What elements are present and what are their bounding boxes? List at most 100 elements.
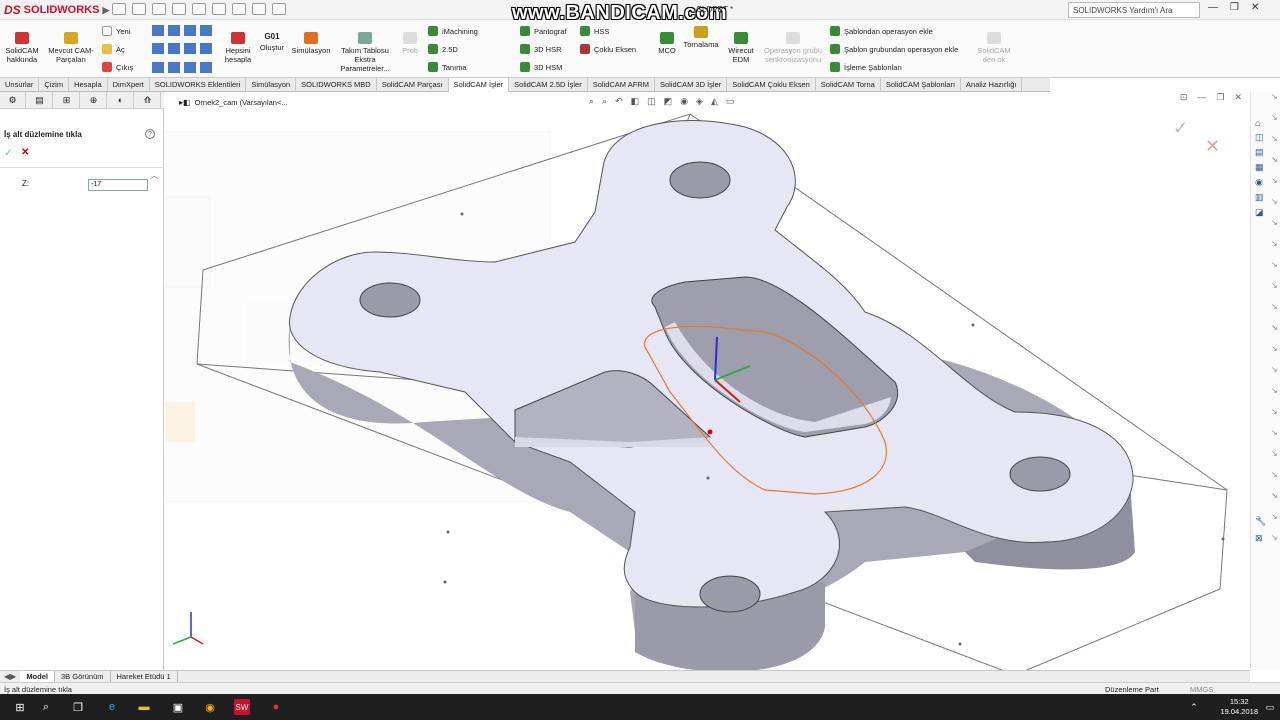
pane-arrow-icon[interactable]: ↘	[1271, 365, 1278, 374]
grid-tool-icon[interactable]	[200, 43, 212, 55]
section-view-icon[interactable]: ◧	[631, 96, 640, 107]
edge-icon[interactable]: e	[104, 699, 120, 715]
restore-icon[interactable]: ❐	[1230, 2, 1239, 13]
multiaxis-button[interactable]: Çoklu Eksen	[580, 44, 636, 54]
notifications-icon[interactable]: ▭	[1262, 699, 1278, 715]
tab-model[interactable]: Model	[20, 671, 55, 682]
tab-solidcam-jobs[interactable]: SolidCAM İşler	[448, 78, 510, 92]
config-manager-icon[interactable]: ⊞	[54, 92, 80, 108]
solidworks-logo[interactable]: DS SOLIDWORKS ▶	[4, 2, 109, 18]
options-gear-icon[interactable]	[272, 3, 286, 15]
grid-tool-icon[interactable]	[200, 61, 212, 73]
pane-arrow-icon[interactable]: ↘	[1271, 155, 1278, 164]
dimxpert-icon[interactable]: ⊕	[81, 92, 107, 108]
wrench-icon[interactable]: 🔧	[1255, 516, 1266, 527]
appearances-icon[interactable]: ◉	[1255, 177, 1264, 188]
expand-arrow-icon[interactable]: ▶	[102, 5, 109, 16]
tab-dimxpert[interactable]: DimXpert	[108, 78, 150, 92]
new-doc-icon[interactable]	[112, 3, 126, 15]
op-group-sync-button[interactable]: Operasyon grubu senkronizasyonu	[762, 32, 824, 64]
feature-tree-icon[interactable]: ⚙	[0, 92, 26, 108]
appearance-icon[interactable]: ◈	[696, 96, 703, 107]
save-icon[interactable]	[152, 3, 166, 15]
view-orientation-icon[interactable]: ◫	[647, 96, 656, 107]
ok-check-icon[interactable]: ✓	[4, 148, 12, 159]
solidworks-taskbar-icon[interactable]: SW	[234, 699, 250, 715]
existing-parts-button[interactable]: Mevcut CAM-Parçaları	[44, 32, 98, 64]
property-manager-icon[interactable]: ▤	[27, 92, 53, 108]
scroll-left-icon[interactable]: ◀▶	[0, 672, 20, 681]
tool-table-button[interactable]: Takım Tablosu Ekstra Parametreler...	[334, 32, 396, 73]
tray-icons[interactable]: ⌃	[1186, 699, 1202, 715]
design-library-icon[interactable]: ▤	[1255, 147, 1264, 158]
pane-arrow-icon[interactable]: ↘	[1271, 239, 1278, 248]
add-from-group-template-button[interactable]: Şablon grubundan operasyon ekle	[830, 44, 958, 54]
windows-start-icon[interactable]: ⊞	[12, 699, 28, 715]
pane-arrow-icon[interactable]: ↘	[1271, 533, 1278, 542]
exit-button[interactable]: Çıkış	[102, 62, 133, 72]
add-from-template-button[interactable]: Şablondan operasyon ekle	[830, 26, 933, 36]
turning-button[interactable]: Tornalama	[682, 26, 720, 49]
pane-arrow-icon[interactable]: ↘	[1271, 344, 1278, 353]
solidcam-about-button[interactable]: SolidCAM hakkında	[2, 32, 42, 64]
pane-arrow-icon[interactable]: ↘	[1271, 218, 1278, 227]
measure-icon[interactable]: ⊠	[1255, 533, 1266, 544]
status-units[interactable]: MMGS	[1190, 685, 1213, 694]
pane-arrow-icon[interactable]: ↘	[1271, 470, 1278, 479]
redo-icon[interactable]	[212, 3, 226, 15]
grid-tool-icon[interactable]	[152, 43, 164, 55]
tab-solidcam-turning[interactable]: SolidCAM Torna	[816, 78, 881, 92]
scene-icon[interactable]: ◭	[711, 96, 718, 107]
cancel-x-icon[interactable]: ✕	[21, 147, 29, 158]
pane-arrow-icon[interactable]: ↘	[1271, 407, 1278, 416]
grid-tool-icon[interactable]	[184, 43, 196, 55]
rebuild-icon[interactable]	[252, 3, 266, 15]
create-gcode-button[interactable]: G01 Oluştur	[256, 32, 288, 52]
tab-simulation[interactable]: Simülasyon	[246, 78, 297, 92]
probe-button[interactable]: Prob	[398, 32, 422, 55]
imachining-button[interactable]: iMachining	[428, 26, 478, 36]
undo-icon[interactable]	[192, 3, 206, 15]
file-explorer-icon[interactable]: ▬	[136, 699, 152, 715]
zoom-area-icon[interactable]: ⌕	[602, 96, 607, 107]
hsr3d-button[interactable]: 3D HSR	[520, 44, 562, 54]
tab-solidcam-part[interactable]: SolidCAM Parçası	[377, 78, 449, 92]
home-icon[interactable]: ⌂	[1255, 118, 1264, 128]
pane-arrow-icon[interactable]: ↘	[1271, 323, 1278, 332]
cam-manager-icon[interactable]: ⟰	[135, 92, 161, 108]
pane-arrow-icon[interactable]: ↘	[1271, 260, 1278, 269]
pane-arrow-icon[interactable]: ↘	[1271, 428, 1278, 437]
simulation-button[interactable]: Simülasyon	[290, 32, 332, 55]
viewport-restore-icon[interactable]: ❐	[1216, 92, 1224, 103]
grid-tool-icon[interactable]	[200, 25, 212, 36]
pane-arrow-icon[interactable]: ↘	[1271, 176, 1278, 185]
tab-solidcam-3d[interactable]: SolidCAM 3D İşler	[655, 78, 728, 92]
definition-button[interactable]: Tanıma	[428, 62, 467, 72]
grid-tool-icon[interactable]	[168, 25, 180, 36]
zoom-fit-icon[interactable]: ⌕	[589, 96, 594, 107]
pane-arrow-icon[interactable]: ↘	[1271, 281, 1278, 290]
graphics-viewport[interactable]: ✓ ✕ ▸◧ Ornek2_cam (Varsayılan<... ⌕ ⌕ ↶ …	[119, 92, 1250, 676]
pane-arrow-icon[interactable]: ↘	[1271, 197, 1278, 206]
tab-solidcam-afrm[interactable]: SolidCAM AFRM	[588, 78, 655, 92]
pane-arrow-icon[interactable]: ↘	[1271, 449, 1278, 458]
wirecut-button[interactable]: Wirecut EDM	[724, 32, 758, 64]
viewport-tile-icon[interactable]: ⊡	[1180, 92, 1188, 103]
chrome-icon[interactable]: ◉	[202, 699, 218, 715]
pane-arrow-icon[interactable]: ↘	[1271, 302, 1278, 311]
viewport-close-icon[interactable]: ✕	[1234, 92, 1242, 103]
file-explorer-icon[interactable]: ▦	[1255, 162, 1264, 173]
help-icon[interactable]: ?	[145, 129, 155, 139]
new-button[interactable]: Yeni	[102, 26, 130, 36]
open-button[interactable]: Aç	[102, 44, 125, 54]
display-settings-icon[interactable]: ▭	[726, 96, 735, 107]
system-clock[interactable]: 15:32 19.04.2018	[1220, 697, 1258, 717]
process-templates-button[interactable]: İşleme Şablonları	[830, 62, 902, 72]
grid-tool-icon[interactable]	[152, 61, 164, 73]
bandicam-record-icon[interactable]: ●	[268, 699, 284, 715]
close-icon[interactable]: ✕	[1251, 2, 1259, 13]
tab-solidworks-mbd[interactable]: SOLIDWORKS MBD	[296, 78, 377, 92]
previous-view-icon[interactable]: ↶	[615, 96, 623, 107]
pane-arrow-icon[interactable]: ↘	[1271, 386, 1278, 395]
open-doc-icon[interactable]	[132, 3, 146, 15]
